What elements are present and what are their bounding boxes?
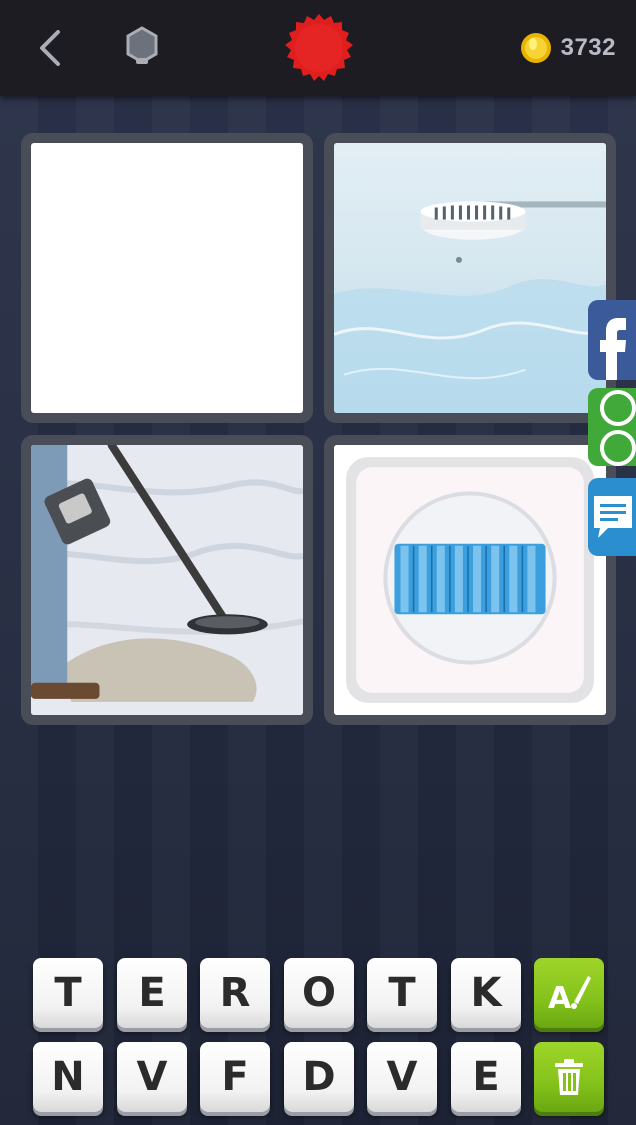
seal-badge-icon <box>285 14 353 81</box>
chevron-left-icon <box>40 30 60 66</box>
magic-brush-icon: A <box>548 976 591 1016</box>
top-bar: 3732 <box>0 0 636 96</box>
back-button[interactable] <box>30 26 70 70</box>
whatsapp-share-button[interactable] <box>588 388 636 466</box>
remove-letters-button[interactable] <box>534 1042 604 1112</box>
letter-key[interactable]: K <box>451 958 521 1028</box>
blank-picture <box>31 143 303 413</box>
coin-balance: 3732 <box>519 28 616 68</box>
gold-coin-icon <box>520 33 551 63</box>
hint-button[interactable] <box>120 24 164 68</box>
sms-share-button[interactable] <box>588 478 636 556</box>
picture-tile-4[interactable] <box>324 435 616 725</box>
coin-count: 3732 <box>560 34 616 61</box>
letter-key[interactable]: T <box>33 958 103 1028</box>
facebook-share-button[interactable] <box>588 300 636 380</box>
letter-key[interactable]: V <box>367 1042 437 1112</box>
reveal-letter-button[interactable]: A <box>534 958 604 1028</box>
svg-text:A: A <box>548 981 572 1016</box>
radiator-icon-picture <box>334 445 606 715</box>
letter-key[interactable]: E <box>451 1042 521 1112</box>
letter-key[interactable]: F <box>200 1042 270 1112</box>
letter-key[interactable]: O <box>284 958 354 1028</box>
letter-key[interactable]: N <box>33 1042 103 1112</box>
hexagon-icon <box>126 26 158 64</box>
letter-key[interactable]: R <box>200 958 270 1028</box>
whatsapp-icon <box>600 390 636 466</box>
picture-tile-2[interactable] <box>324 133 616 423</box>
level-badge[interactable] <box>283 12 355 84</box>
metal-detector-picture <box>31 445 303 715</box>
letter-key[interactable]: T <box>367 958 437 1028</box>
picture-tile-3[interactable] <box>21 435 313 725</box>
message-icon <box>594 496 632 538</box>
letter-key[interactable]: D <box>284 1042 354 1112</box>
picture-tile-1[interactable] <box>21 133 313 423</box>
trash-icon <box>555 1059 583 1095</box>
smoke-detector-picture <box>334 143 606 413</box>
letter-key[interactable]: E <box>117 958 187 1028</box>
facebook-icon <box>600 318 626 380</box>
letter-key[interactable]: V <box>117 1042 187 1112</box>
